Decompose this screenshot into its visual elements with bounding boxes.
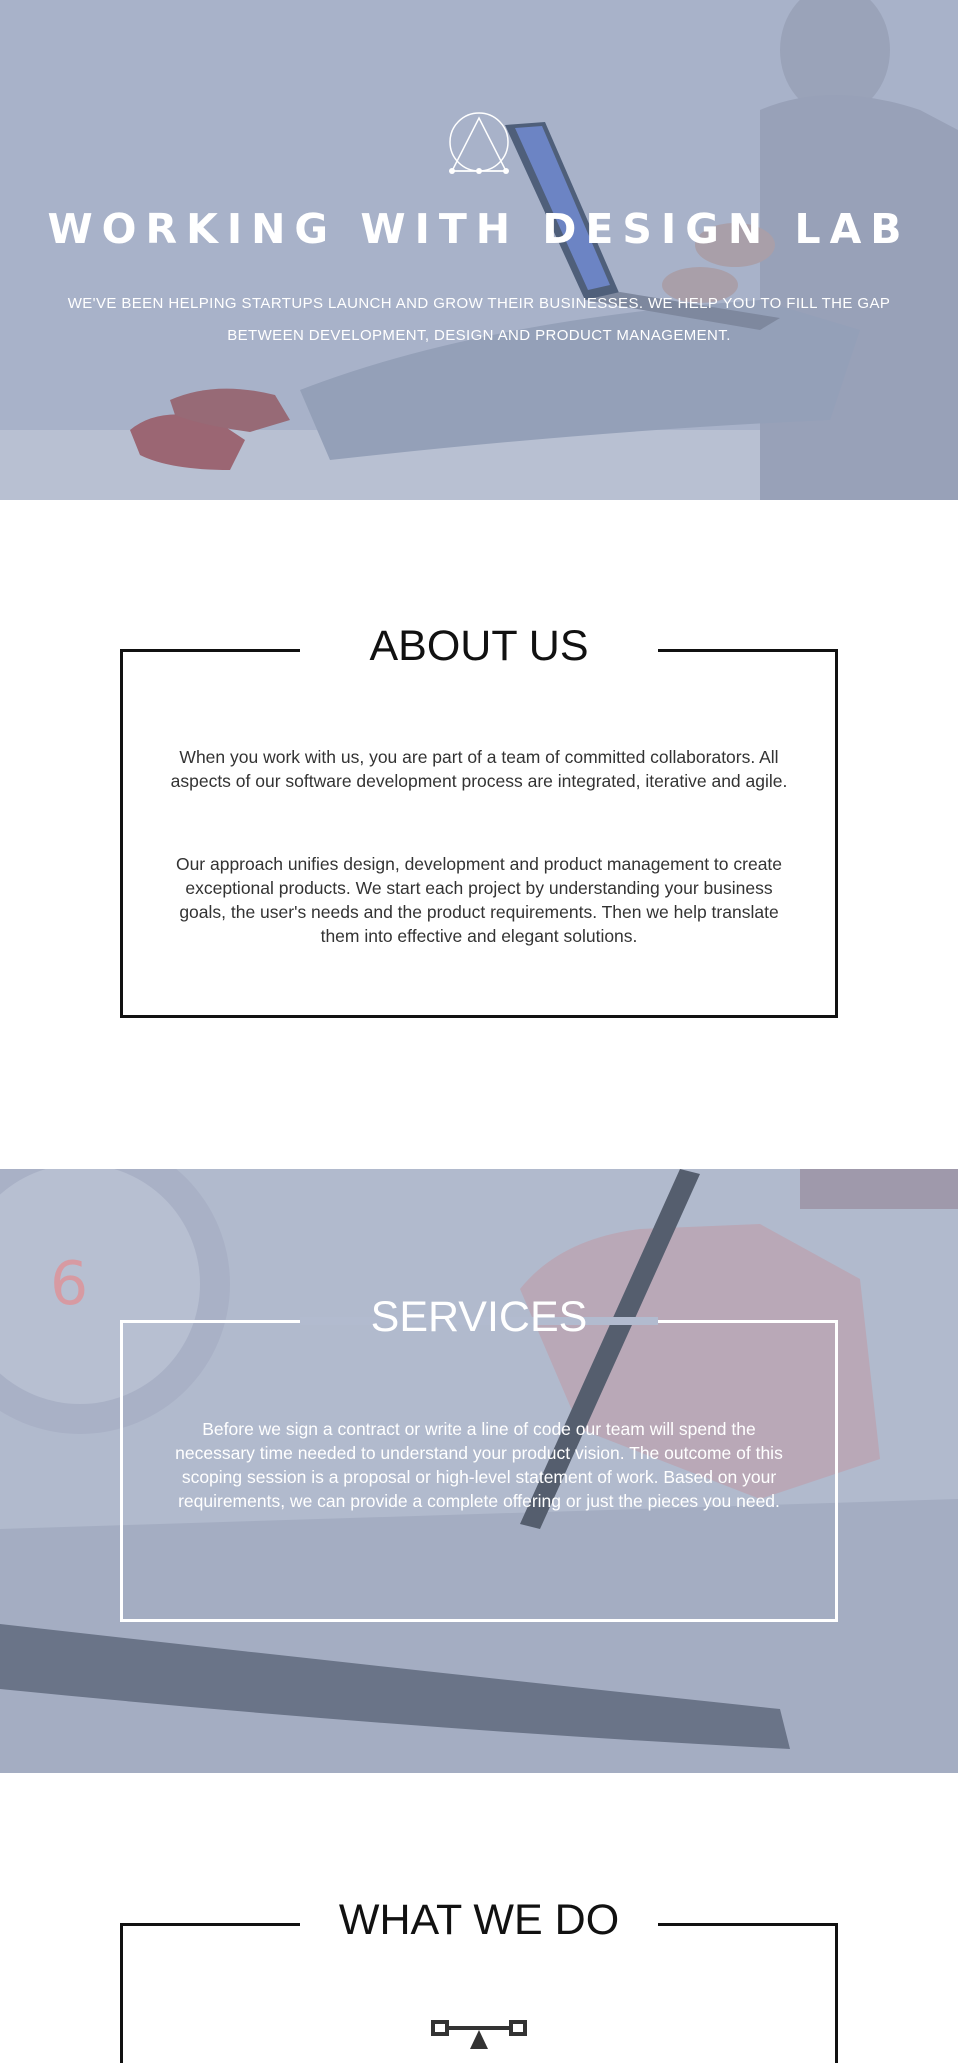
triangle-circle-logo-icon [449,112,509,174]
services-paragraph: Before we sign a contract or write a lin… [175,1419,783,1511]
hero-subtitle: WE'VE BEEN HELPING STARTUPS LAUNCH AND G… [67,295,891,344]
services-heading-text: SERVICES [370,1293,588,1341]
vector-pen-tool-icon [431,2020,527,2049]
what-we-do-heading-text: WHAT WE DO [338,1896,620,1944]
about-heading: ABOUT US [0,622,958,671]
about-section: ABOUT US When you work with us, you are … [0,500,958,1169]
about-frame [120,649,838,1018]
hero-section: WORKING WITH DESIGN LAB WE'VE BEEN HELPI… [0,0,958,500]
about-heading-text: ABOUT US [369,622,589,670]
services-section: 6 SERVICES Before we sign a contract or … [0,1169,958,1773]
what-we-do-section: WHAT WE DO [0,1773,958,2063]
about-paragraph-1: When you work with us, you are part of a… [170,747,788,791]
services-heading: SERVICES [0,1293,958,1342]
what-we-do-heading: WHAT WE DO [0,1896,958,1945]
hero-title: WORKING WITH DESIGN LAB [47,205,911,253]
about-paragraph-2: Our approach unifies design, development… [175,854,783,946]
